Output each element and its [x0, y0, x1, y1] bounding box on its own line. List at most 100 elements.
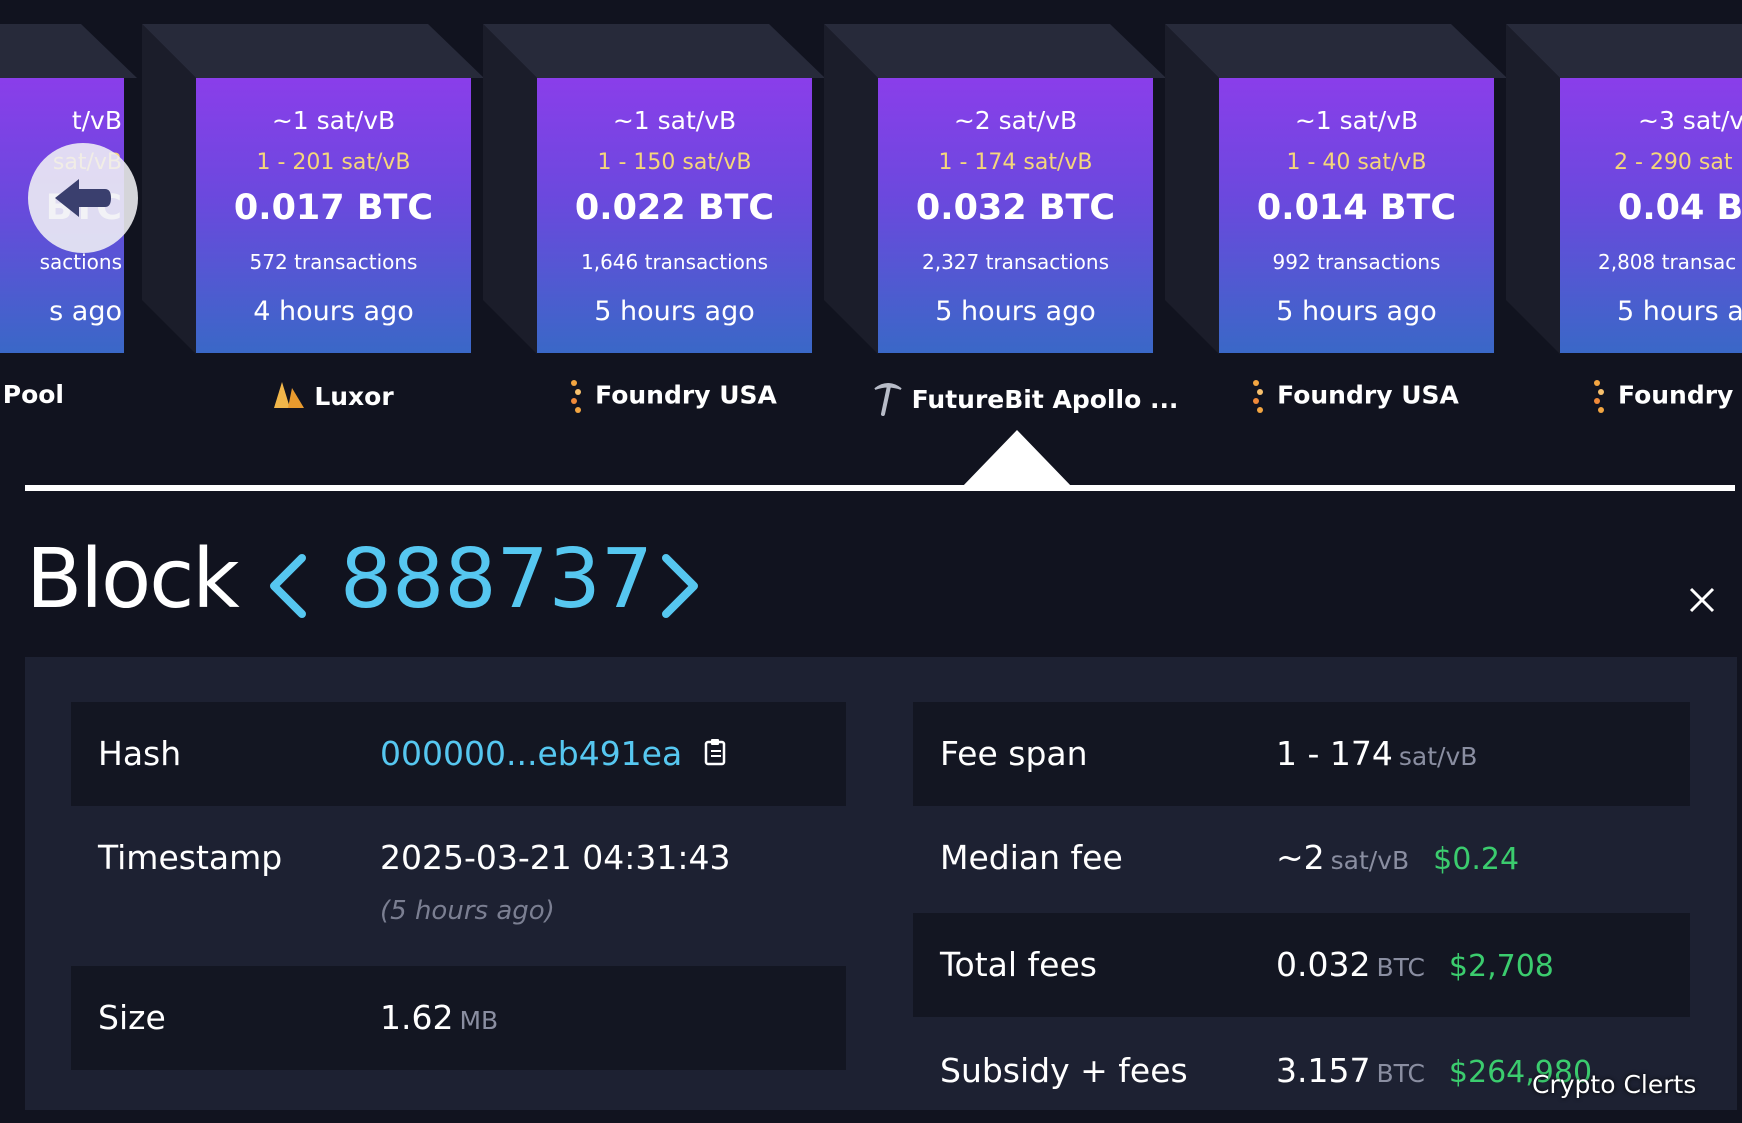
block-time-ago: 5 hours a	[1617, 296, 1742, 327]
timestamp-row: Timestamp 2025-03-21 04:31:43 (5 hours a…	[71, 806, 846, 966]
block-side-face	[1506, 24, 1560, 354]
block-time-ago: 5 hours ago	[594, 296, 755, 327]
total-fees-value: 0.032	[1276, 945, 1371, 984]
size-value: 1.62	[380, 998, 454, 1037]
block-front-face: ~2 sat/vB 1 - 174 sat/vB 0.032 BTC 2,327…	[878, 78, 1153, 353]
subsidy-fees-label: Subsidy + fees	[940, 1051, 1188, 1090]
block-median-fee: ~1 sat/vB	[1294, 106, 1419, 135]
chevron-left-icon	[270, 554, 306, 618]
block-top-face	[0, 24, 137, 78]
median-fee-value: ~2	[1276, 838, 1325, 877]
fee-span-label: Fee span	[940, 734, 1088, 773]
block-side-face	[483, 24, 537, 354]
selected-block-pointer	[961, 430, 1073, 488]
block-top-face	[824, 24, 1166, 78]
block-tx-count: 2,808 transac	[1598, 250, 1737, 274]
previous-block-button[interactable]	[266, 552, 310, 624]
block-time-ago: 4 hours ago	[253, 296, 414, 327]
hash-row: Hash 000000...eb491ea	[71, 702, 846, 806]
block-side-face	[1165, 24, 1219, 354]
hash-value: 000000...eb491ea	[380, 734, 683, 773]
fee-span-value-group: 1 - 174 sat/vB	[1276, 734, 1477, 773]
hash-label: Hash	[98, 734, 182, 773]
timestamp-relative: (5 hours ago)	[380, 896, 555, 926]
block-front-face: ~1 sat/vB 1 - 150 sat/vB 0.022 BTC 1,646…	[537, 78, 812, 353]
block-total-fees: 0.014 BTC	[1256, 188, 1457, 228]
subsidy-fees-unit: BTC	[1376, 1059, 1425, 1088]
block-fee-range: 2 - 290 sat	[1614, 150, 1733, 175]
block-pool-label[interactable]: Foundry USA	[1146, 380, 1566, 413]
block-front-face: ~1 sat/vB 1 - 40 sat/vB 0.014 BTC 992 tr…	[1219, 78, 1494, 353]
block-median-fee: ~2 sat/vB	[953, 106, 1078, 135]
block-details-panel: Hash 000000...eb491ea Timestamp 2025-03-…	[25, 657, 1737, 1110]
block-card[interactable]: ~3 sat/vB 2 - 290 sat 0.04 BT 2,808 tran…	[1506, 24, 1742, 354]
median-fee-value-group: ~2 sat/vB $0.24	[1276, 838, 1519, 877]
block-total-fees: 0.022 BTC	[574, 188, 775, 228]
copy-icon[interactable]	[703, 736, 729, 775]
block-tx-count: 1,646 transactions	[580, 250, 768, 274]
block-fee-range: 1 - 201 sat/vB	[256, 150, 411, 175]
foundry-logo-icon	[571, 380, 582, 413]
pool-name: Pool	[2, 380, 64, 409]
chevron-right-icon	[662, 554, 698, 618]
back-arrow-button[interactable]	[28, 143, 138, 253]
pool-name: Foundry USA	[595, 380, 777, 410]
median-fee-unit: sat/vB	[1330, 846, 1410, 875]
watermark: Crypto Clerts	[1532, 1070, 1697, 1099]
block-median-fee: ~3 sat/vB	[1638, 106, 1742, 135]
block-card[interactable]: ~1 sat/vB 1 - 40 sat/vB 0.014 BTC 992 tr…	[1165, 24, 1507, 354]
block-tx-count: 2,327 transactions	[921, 250, 1109, 274]
fee-span-row: Fee span 1 - 174 sat/vB	[913, 702, 1690, 806]
block-side-face	[824, 24, 878, 354]
foundry-logo-icon	[1594, 380, 1604, 413]
block-total-fees: 0.017 BTC	[233, 188, 434, 228]
total-fees-label: Total fees	[940, 945, 1097, 984]
block-carousel: t/vB sat/vB BTC sactions s ago Pool ~1 s…	[0, 0, 1742, 430]
next-block-button[interactable]	[658, 552, 702, 624]
timestamp-label: Timestamp	[98, 838, 283, 877]
block-time-ago: 5 hours ago	[1276, 296, 1437, 327]
foundry-logo-icon	[1253, 380, 1264, 413]
pickaxe-icon	[872, 380, 904, 422]
hash-link[interactable]: 000000...eb491ea	[380, 734, 729, 775]
block-pool-label[interactable]: Foundry	[1594, 380, 1742, 413]
pool-name: Luxor	[314, 382, 394, 411]
block-top-face	[142, 24, 484, 78]
block-front-face: ~1 sat/vB 1 - 201 sat/vB 0.017 BTC 572 t…	[196, 78, 471, 353]
block-front-face: ~3 sat/vB 2 - 290 sat 0.04 BT 2,808 tran…	[1560, 78, 1742, 353]
size-label: Size	[98, 998, 166, 1037]
block-card[interactable]: ~1 sat/vB 1 - 201 sat/vB 0.017 BTC 572 t…	[142, 24, 484, 354]
block-top-face	[1165, 24, 1507, 78]
block-tx-count: sactions	[39, 250, 122, 274]
block-card-selected[interactable]: ~2 sat/vB 1 - 174 sat/vB 0.032 BTC 2,327…	[824, 24, 1166, 354]
pool-name: Foundry USA	[1277, 380, 1459, 410]
pool-name: FutureBit Apollo ...	[911, 385, 1179, 414]
size-row: Size 1.62 MB	[71, 966, 846, 1070]
block-time-ago: s ago	[49, 296, 122, 327]
luxor-logo-icon	[272, 380, 306, 416]
block-tx-count: 992 transactions	[1272, 250, 1441, 274]
block-tx-count: 572 transactions	[249, 250, 418, 274]
block-time-ago: 5 hours ago	[935, 296, 1096, 327]
block-top-face	[483, 24, 825, 78]
median-fee-label: Median fee	[940, 838, 1123, 877]
total-fees-fiat: $2,708	[1448, 949, 1554, 984]
pool-name: Foundry	[1618, 380, 1734, 410]
fee-span-value: 1 - 174	[1276, 734, 1393, 773]
block-pool-partial[interactable]: Pool	[0, 380, 64, 409]
subsidy-fees-value: 3.157	[1276, 1051, 1371, 1090]
divider-line	[25, 485, 1735, 491]
arrow-left-icon	[55, 179, 111, 217]
block-fee-range: 1 - 150 sat/vB	[597, 150, 752, 175]
close-icon	[1689, 587, 1715, 613]
close-button[interactable]	[1688, 586, 1716, 618]
block-side-face	[142, 24, 196, 354]
block-total-fees: 0.032 BTC	[915, 188, 1116, 228]
size-value-group: 1.62 MB	[380, 998, 498, 1037]
total-fees-value-group: 0.032 BTC $2,708	[1276, 945, 1554, 984]
block-card[interactable]: ~1 sat/vB 1 - 150 sat/vB 0.022 BTC 1,646…	[483, 24, 825, 354]
block-median-fee: t/vB	[71, 106, 122, 135]
median-fee-row: Median fee ~2 sat/vB $0.24	[913, 806, 1690, 910]
block-fee-range: 1 - 174 sat/vB	[938, 150, 1093, 175]
total-fees-row: Total fees 0.032 BTC $2,708	[913, 913, 1690, 1017]
